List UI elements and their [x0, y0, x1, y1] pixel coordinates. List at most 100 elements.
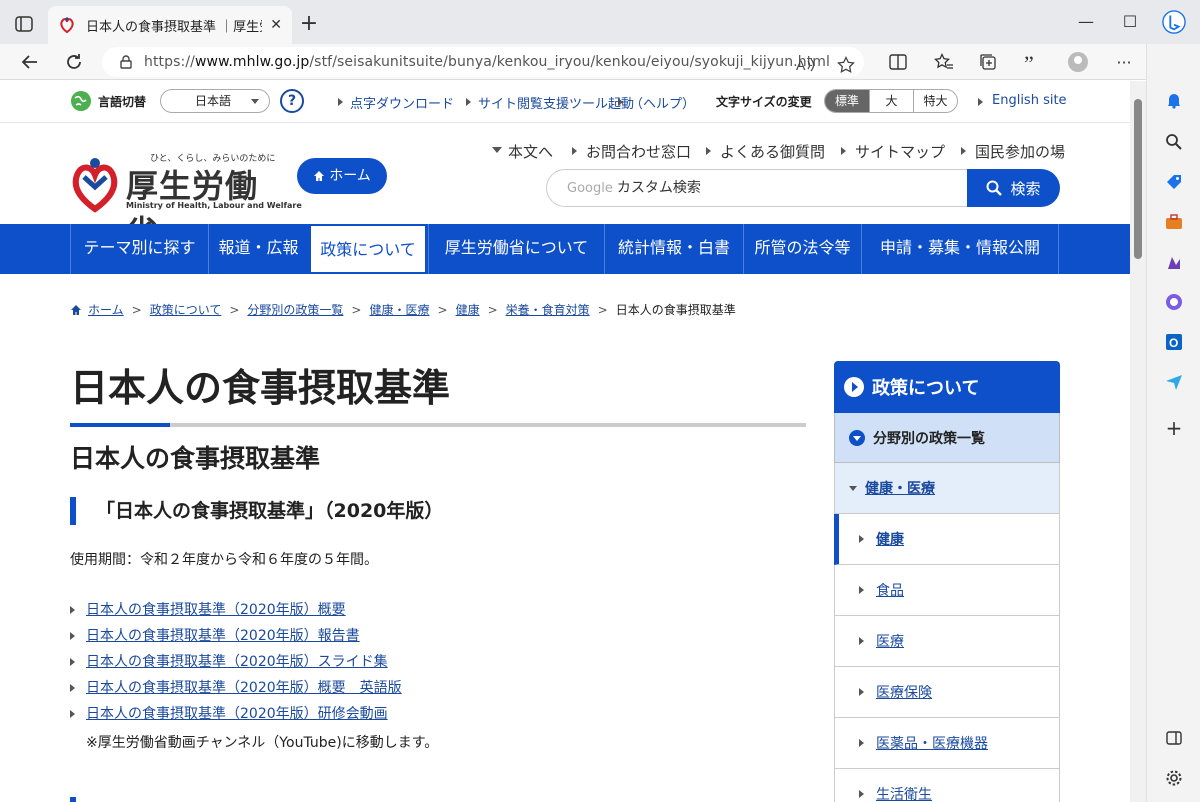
- address-bar[interactable]: https://www.mhlw.go.jp/stf/seisakunitsui…: [102, 47, 864, 77]
- svg-text:”: ”: [1024, 55, 1034, 69]
- breadcrumb-policy[interactable]: 政策について: [150, 301, 222, 318]
- side-nav-item-food[interactable]: 食品: [834, 565, 1060, 616]
- contact-link[interactable]: お問合わせ窓口: [571, 141, 691, 162]
- lock-icon[interactable]: [120, 55, 132, 69]
- sidebar-toggle-icon[interactable]: [1162, 726, 1186, 750]
- scrollbar-thumb[interactable]: [1134, 99, 1142, 259]
- mhlw-emblem-icon: [72, 158, 118, 213]
- font-size-standard[interactable]: 標準: [825, 90, 869, 112]
- profile-avatar[interactable]: [1066, 50, 1090, 74]
- doc-english-link[interactable]: 日本人の食事摂取基準（2020年版）概要 英語版: [86, 680, 402, 696]
- mhlw-logo[interactable]: ひと、くらし、みらいのために 厚生労働省 Ministry of Health,…: [70, 141, 302, 251]
- skip-to-content-link[interactable]: 本文へ: [491, 141, 553, 162]
- tag-icon[interactable]: [1162, 170, 1186, 194]
- send-icon[interactable]: [1162, 370, 1186, 394]
- browser-tab-strip: 日本人の食事摂取基準 ｜厚生労働省 ✕ + — ☐ ✕: [0, 0, 1200, 44]
- outlook-icon[interactable]: O: [1162, 330, 1186, 354]
- document-list: 日本人の食事摂取基準（2020年版）概要 日本人の食事摂取基準（2020年版）報…: [70, 599, 402, 729]
- page-scrollbar[interactable]: [1130, 81, 1146, 802]
- faq-link[interactable]: よくある御質問: [705, 141, 825, 162]
- side-nav-head[interactable]: 政策について: [834, 361, 1060, 413]
- search-button[interactable]: 検索: [967, 169, 1060, 207]
- read-aloud-icon[interactable]: A: [794, 53, 818, 77]
- caret-right-icon: [859, 637, 868, 645]
- tools-icon[interactable]: [1162, 210, 1186, 234]
- help-icon[interactable]: ?: [280, 89, 304, 113]
- usage-period: 使用期間：令和２年度から令和６年度の５年間。: [70, 552, 378, 568]
- games-icon[interactable]: [1162, 250, 1186, 274]
- side-nav-policy-list[interactable]: 分野別の政策一覧: [834, 413, 1060, 463]
- chevron-down-icon: [849, 429, 865, 446]
- search-input[interactable]: Google カスタム検索: [546, 169, 968, 207]
- side-nav-item-medical[interactable]: 医療: [834, 616, 1060, 667]
- font-size-label: 文字サイズの変更: [716, 95, 812, 109]
- gnav-laws[interactable]: 所管の法令等: [743, 224, 861, 274]
- more-menu-icon[interactable]: ···: [1112, 50, 1136, 74]
- gnav-application[interactable]: 申請・募集・情報公開: [861, 224, 1059, 274]
- office-icon[interactable]: [1162, 290, 1186, 314]
- edge-sidebar: O +: [1146, 0, 1200, 802]
- refresh-icon[interactable]: [62, 50, 86, 74]
- search-icon[interactable]: [1162, 130, 1186, 154]
- side-nav-item-health[interactable]: 健康: [834, 514, 1060, 565]
- new-tab-icon[interactable]: +: [298, 13, 320, 36]
- english-site-link[interactable]: English site: [978, 93, 1067, 108]
- quote-icon[interactable]: ”: [1020, 50, 1044, 74]
- settings-gear-icon[interactable]: [1162, 766, 1186, 790]
- favorite-star-icon[interactable]: [834, 53, 858, 77]
- sitemap-link[interactable]: サイトマップ: [840, 141, 945, 162]
- favorites-icon[interactable]: [932, 50, 956, 74]
- minimize-icon[interactable]: —: [1076, 12, 1096, 32]
- side-nav-item-pharma[interactable]: 医薬品・医療機器: [834, 718, 1060, 769]
- gnav-statistics[interactable]: 統計情報・白書: [604, 224, 743, 274]
- bell-icon[interactable]: [1162, 88, 1186, 112]
- add-icon[interactable]: +: [1162, 416, 1186, 440]
- browser-tab[interactable]: 日本人の食事摂取基準 ｜厚生労働省 ✕: [48, 6, 292, 44]
- back-icon[interactable]: [18, 50, 42, 74]
- browse-support-tool-link[interactable]: サイト閲覧支援ツール起動: [465, 93, 634, 112]
- gnav-theme[interactable]: テーマ別に探す: [70, 224, 208, 274]
- tab-close-icon[interactable]: ✕: [270, 17, 282, 33]
- public-participation-link[interactable]: 国民参加の場: [960, 141, 1065, 162]
- search-icon: [986, 180, 1003, 196]
- gnav-press[interactable]: 報道・広報: [208, 224, 308, 274]
- home-button[interactable]: ホーム: [297, 158, 387, 194]
- list-item: 日本人の食事摂取基準（2020年版）概要 英語版: [70, 677, 402, 703]
- breadcrumb-health-medical[interactable]: 健康・医療: [369, 301, 429, 318]
- global-nav: テーマ別に探す 報道・広報 政策について 厚生労働省について 統計情報・白書 所…: [0, 224, 1130, 274]
- doc-slides-link[interactable]: 日本人の食事摂取基準（2020年版）スライド集: [86, 654, 388, 670]
- utility-bar: 言語切替 日本語 ? 点字ダウンロード サイト閲覧支援ツール起動 （ヘルプ） 文…: [0, 81, 1130, 123]
- gnav-about[interactable]: 厚生労働省について: [428, 224, 604, 274]
- collections-icon[interactable]: [976, 50, 1000, 74]
- split-screen-icon[interactable]: [886, 50, 910, 74]
- language-select[interactable]: 日本語: [160, 89, 270, 113]
- language-label: 言語切替: [98, 95, 147, 109]
- help-link[interactable]: （ヘルプ）: [617, 93, 695, 112]
- maximize-icon[interactable]: ☐: [1120, 12, 1140, 32]
- bing-copilot-icon[interactable]: [1162, 10, 1186, 34]
- logo-english: Ministry of Health, Labour and Welfare: [126, 201, 302, 210]
- braille-download-link[interactable]: 点字ダウンロード: [337, 93, 454, 112]
- font-size-large[interactable]: 大: [869, 90, 913, 112]
- side-nav-category[interactable]: 健康・医療: [834, 463, 1060, 514]
- side-nav-item-hygiene[interactable]: 生活衛生: [834, 769, 1060, 802]
- side-nav: 政策について 分野別の政策一覧 健康・医療 健康 食品 医療 医療保険 医薬品・…: [834, 361, 1060, 802]
- breadcrumb-health[interactable]: 健康: [456, 301, 480, 318]
- breadcrumb-nutrition[interactable]: 栄養・食育対策: [506, 301, 590, 318]
- breadcrumb-home[interactable]: ホーム: [88, 301, 124, 318]
- breadcrumb-home-icon: [70, 304, 82, 316]
- tab-actions-icon[interactable]: [12, 12, 36, 36]
- doc-overview-link[interactable]: 日本人の食事摂取基準（2020年版）概要: [86, 602, 346, 618]
- caret-right-icon: [859, 688, 868, 696]
- gnav-policy[interactable]: 政策について: [309, 224, 427, 274]
- side-nav-item-insurance[interactable]: 医療保険: [834, 667, 1060, 718]
- doc-video-link[interactable]: 日本人の食事摂取基準（2020年版）研修会動画: [86, 706, 388, 722]
- tab-title: 日本人の食事摂取基準 ｜厚生労働省: [86, 19, 262, 35]
- breadcrumb-policy-list[interactable]: 分野別の政策一覧: [247, 301, 343, 318]
- svg-text:O: O: [1169, 336, 1178, 350]
- site-header: ひと、くらし、みらいのために 厚生労働省 Ministry of Health,…: [0, 123, 1130, 251]
- section-heading: 「日本人の食事摂取基準」（2020年版）: [70, 497, 443, 525]
- list-item: 日本人の食事摂取基準（2020年版）スライド集: [70, 651, 402, 677]
- font-size-xlarge[interactable]: 特大: [913, 90, 957, 112]
- doc-report-link[interactable]: 日本人の食事摂取基準（2020年版）報告書: [86, 628, 360, 644]
